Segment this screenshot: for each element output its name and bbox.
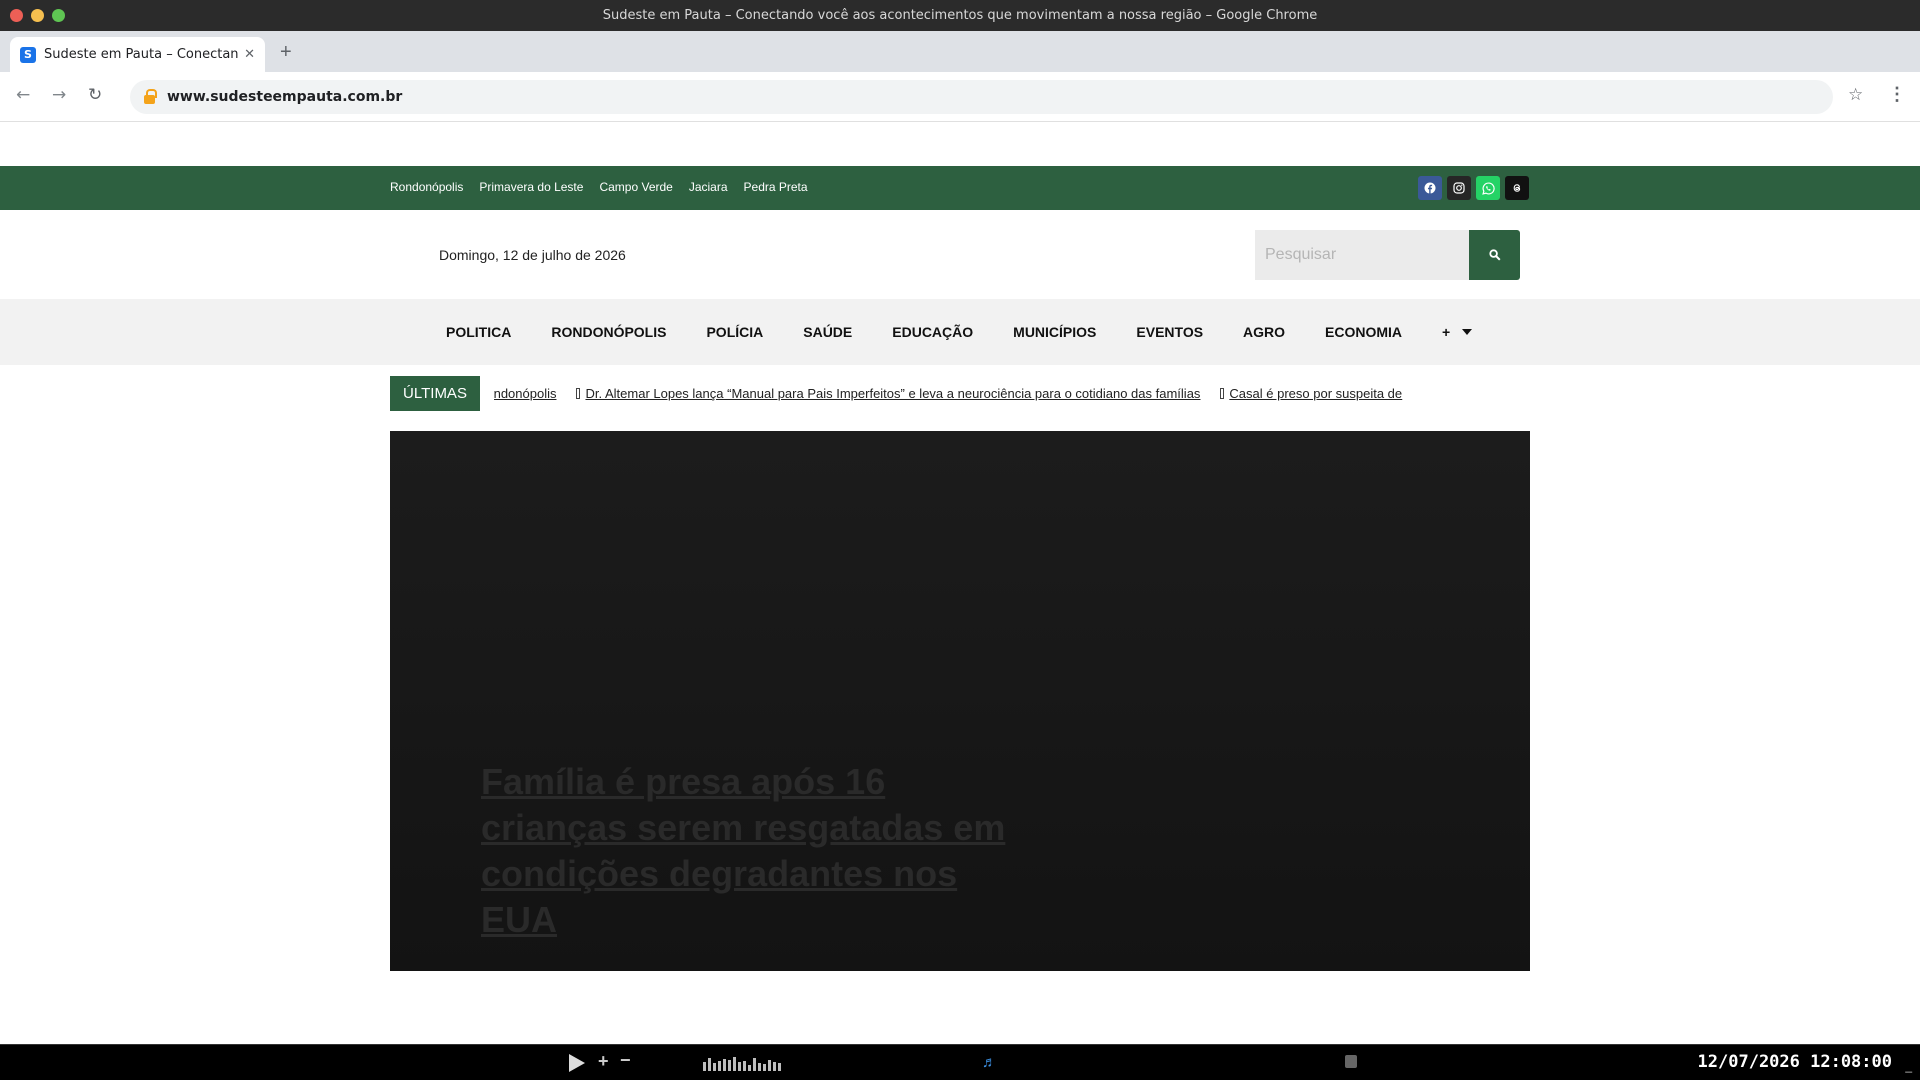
ticker-item-text: Casal é preso por suspeita de [1229,386,1403,401]
city-links: Rondonópolis Primavera do Leste Campo Ve… [390,180,808,194]
search-input[interactable] [1255,230,1469,280]
nav-item-rondonopolis[interactable]: RONDONÓPOLIS [551,324,666,340]
back-arrow-icon[interactable]: ← [16,85,30,105]
browser-toolbar: ← → ↻ www.sudesteempauta.com.br ☆ ⋮ [0,72,1920,122]
tab-strip: S Sudeste em Pauta – Conectando ... ✕ + [0,31,1920,72]
address-bar[interactable]: www.sudesteempauta.com.br [130,80,1833,114]
nav-item-educacao[interactable]: EDUCAÇÃO [892,324,973,340]
social-links [1418,176,1529,200]
ticker-item[interactable]: Dr. Altemar Lopes lança “Manual para Pai… [576,386,1200,401]
bookmark-icon [1220,388,1225,399]
ticker-item-text: Dr. Altemar Lopes lança “Manual para Pai… [585,386,1201,401]
new-tab-button[interactable]: + [280,42,292,62]
site-header: Domingo, 12 de julho de 2026 [0,210,1920,299]
site-topbar: Rondonópolis Primavera do Leste Campo Ve… [0,166,1920,210]
lock-icon[interactable] [144,89,157,104]
nav-more-label: + [1442,324,1451,340]
search-form [1255,230,1520,280]
featured-article[interactable]: Família é presa após 16 crianças serem r… [390,431,1530,971]
whatsapp-icon[interactable] [1476,176,1500,200]
ticker-item[interactable]: Casal é preso por suspeita de [1220,386,1402,401]
bookmark-icon [576,388,581,399]
nav-item-politica[interactable]: POLITICA [446,324,511,340]
bookmark-star-icon[interactable]: ☆ [1848,85,1863,105]
nav-item-policia[interactable]: POLÍCIA [706,324,763,340]
browser-tab-active[interactable]: S Sudeste em Pauta – Conectando ... ✕ [10,37,265,72]
main-navigation: POLITICA RONDONÓPOLIS POLÍCIA SAÚDE EDUC… [0,299,1920,365]
facebook-icon[interactable] [1418,176,1442,200]
site-favicon-icon: S [20,46,36,63]
threads-icon[interactable] [1505,176,1529,200]
show-desktop-button[interactable]: _ [1905,1059,1912,1073]
current-date: Domingo, 12 de julho de 2026 [439,247,626,263]
browser-menu-icon[interactable]: ⋮ [1888,84,1906,105]
forward-arrow-icon[interactable]: → [52,85,66,105]
minimize-window-button[interactable] [31,9,44,22]
ticker-track: ado em Rondonópolis Dr. Altemar Lopes la… [494,376,1530,411]
city-link[interactable]: Rondonópolis [390,180,463,194]
nav-item-economia[interactable]: ECONOMIA [1325,324,1402,340]
search-icon [1488,249,1501,261]
chevron-down-icon [1462,329,1473,335]
window-title: Sudeste em Pauta – Conectando você aos a… [602,8,1318,23]
nav-item-eventos[interactable]: EVENTOS [1136,324,1203,340]
equalizer-icon [703,1055,781,1071]
music-note-icon[interactable]: ♬ [982,1054,997,1071]
city-link[interactable]: Campo Verde [599,180,672,194]
url-text[interactable]: www.sudesteempauta.com.br [167,89,402,105]
news-ticker: ÚLTIMAS ado em Rondonópolis Dr. Altemar … [390,376,1530,411]
ticker-item[interactable]: ado em Rondonópolis [494,386,556,401]
maximize-window-button[interactable] [52,9,65,22]
volume-up-button[interactable]: + [598,1051,609,1072]
tab-close-icon[interactable]: ✕ [244,47,255,62]
nav-item-municipios[interactable]: MUNICÍPIOS [1013,324,1096,340]
city-link[interactable]: Jaciara [689,180,728,194]
system-clock: 12/07/2026 12:08:00 [1697,1052,1892,1072]
nav-more-menu[interactable]: + [1442,324,1473,340]
window-titlebar: Sudeste em Pauta – Conectando você aos a… [0,0,1920,31]
city-link[interactable]: Pedra Preta [744,180,808,194]
play-icon[interactable] [569,1054,585,1072]
reload-icon[interactable]: ↻ [88,85,102,105]
system-taskbar: + − ♬ 12/07/2026 12:08:00 _ [0,1044,1920,1080]
city-link[interactable]: Primavera do Leste [479,180,583,194]
window-controls [10,9,65,22]
ticker-label: ÚLTIMAS [390,376,480,411]
tab-title: Sudeste em Pauta – Conectando ... [44,47,239,62]
nav-item-agro[interactable]: AGRO [1243,324,1285,340]
volume-down-button[interactable]: − [620,1050,631,1071]
instagram-icon[interactable] [1447,176,1471,200]
close-window-button[interactable] [10,9,23,22]
featured-article-title[interactable]: Família é presa após 16 crianças serem r… [481,759,1041,943]
tray-app-icon[interactable] [1345,1055,1357,1068]
nav-item-saude[interactable]: SAÚDE [803,324,852,340]
search-button[interactable] [1469,230,1520,280]
